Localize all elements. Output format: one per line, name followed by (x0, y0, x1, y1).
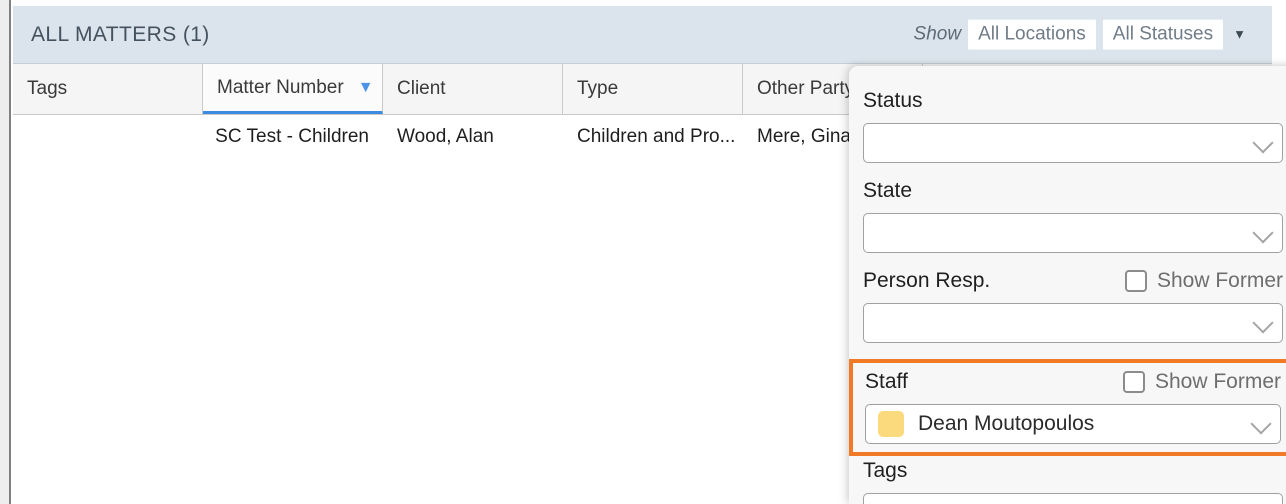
page-title: ALL MATTERS (1) (31, 22, 210, 46)
application-window: ALL MATTERS (1) Show All Locations All S… (0, 0, 1286, 504)
column-header-label: Tags (27, 78, 68, 99)
filter-dropdown-value: Dean Moutopoulos (918, 412, 1095, 435)
location-filter-chip[interactable]: All Locations (968, 19, 1096, 50)
show-label: Show (913, 23, 962, 45)
filter-dropdown-person-resp[interactable] (863, 303, 1283, 343)
column-header-label: Matter Number (217, 76, 344, 98)
show-former-label: Show Former (1154, 370, 1281, 393)
filter-dropdown-staff[interactable]: Dean Moutopoulos (865, 404, 1281, 444)
filter-flyout-panel: Status State Person Resp. Show Former Staff S… (849, 66, 1286, 504)
sort-descending-caret-icon[interactable]: ▼ (358, 79, 374, 96)
column-header-matter-number[interactable]: Matter Number ▼ (203, 64, 383, 114)
filter-label-tags: Tags (863, 459, 908, 482)
filter-label-row: Person Resp. Show Former (863, 266, 1283, 296)
column-header-type[interactable]: Type (563, 64, 743, 114)
chevron-down-icon[interactable] (1252, 132, 1274, 154)
show-former-label: Show Former (1156, 269, 1283, 292)
show-former-checkbox[interactable] (1124, 270, 1147, 292)
column-header-label: Type (577, 78, 619, 99)
table-cell-matter-number: SC Test - Children (215, 126, 369, 147)
filter-label-row: Staff Show Former (865, 367, 1281, 397)
filter-group-staff: Staff Show Former Dean Moutopoulos (849, 359, 1286, 456)
column-header-label: Other Party (757, 78, 855, 99)
chevron-down-icon[interactable] (1252, 312, 1274, 334)
show-former-control-staff[interactable]: Show Former (1122, 370, 1281, 394)
table-cell-tags (13, 115, 203, 159)
column-header-tags[interactable]: Tags (13, 64, 203, 114)
chevron-down-icon[interactable] (1250, 413, 1272, 435)
filter-dropdown-status[interactable] (863, 123, 1283, 163)
caret-down-icon[interactable]: ▼ (1230, 28, 1248, 41)
filter-label-staff: Staff (865, 370, 908, 393)
show-former-checkbox[interactable] (1122, 371, 1145, 393)
show-filter-controls: Show All Locations All Statuses ▼ (914, 19, 1248, 50)
filter-label-row: State (863, 176, 1283, 206)
filter-group-person-resp: Person Resp. Show Former (849, 266, 1286, 343)
column-header-label: Client (397, 78, 446, 99)
filter-group-status: Status (849, 86, 1286, 163)
filter-label-row: Tags (863, 456, 1283, 486)
table-cell-type: Children and Pro... (577, 126, 736, 147)
filter-label-status: Status (863, 89, 923, 112)
column-header-client[interactable]: Client (383, 64, 563, 114)
chevron-down-icon[interactable] (1252, 222, 1274, 244)
filter-label-row: Status (863, 86, 1283, 116)
filter-label-state: State (863, 179, 913, 202)
panel-titlebar: ALL MATTERS (1) Show All Locations All S… (13, 6, 1272, 64)
status-filter-chip[interactable]: All Statuses (1102, 19, 1224, 50)
table-cell-client: Wood, Alan (397, 126, 494, 147)
show-former-control-person-resp[interactable]: Show Former (1124, 269, 1283, 293)
filter-group-tags: Tags (849, 456, 1286, 504)
all-matters-panel: ALL MATTERS (1) Show All Locations All S… (9, 0, 1286, 504)
filter-label-person-resp: Person Resp. (863, 269, 991, 292)
filter-dropdown-tags[interactable] (863, 493, 1283, 504)
filter-dropdown-state[interactable] (863, 213, 1283, 253)
filter-group-state: State (849, 176, 1286, 253)
color-swatch-icon (878, 411, 904, 437)
